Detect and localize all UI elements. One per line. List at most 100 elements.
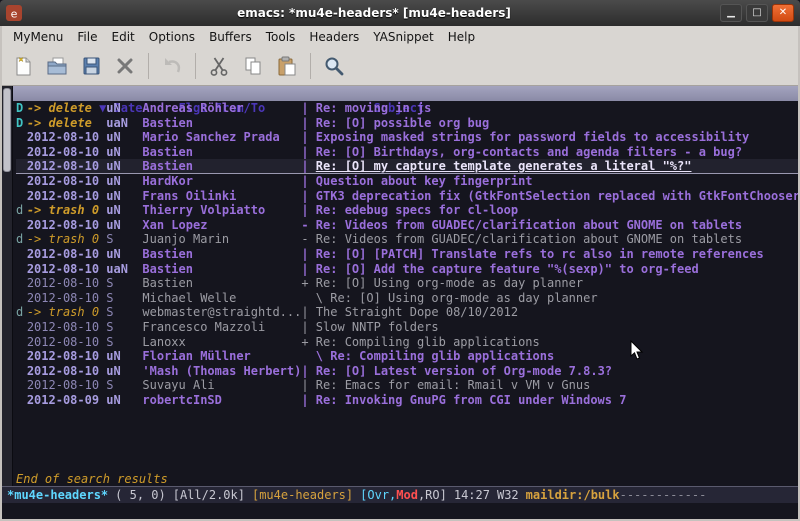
modeline-dashes: ------------ [620, 488, 707, 502]
date-cell: 2012-08-10 [27, 262, 106, 277]
date-cell: 2012-08-10 [27, 364, 106, 379]
flags-cell: uN [106, 101, 142, 116]
menu-item-help[interactable]: Help [441, 28, 482, 46]
flags-cell: S [106, 335, 142, 350]
menu-item-buffers[interactable]: Buffers [202, 28, 259, 46]
mark-cell [16, 276, 27, 291]
scrollbar[interactable] [2, 86, 13, 486]
flags-cell: uaN [106, 116, 142, 131]
message-row[interactable]: 2012-08-10uNXan Lopez- Re: Videos from G… [16, 218, 798, 233]
subject-cell: Re: moving in js [316, 101, 432, 115]
message-row[interactable]: d-> trash 0Swebmaster@straightd...| The … [16, 305, 798, 320]
buffer-area: ▼ DateFlgsFrom/ToSubject D-> deleteuNAnd… [2, 86, 798, 486]
modeline-size: [All/2.0k] [173, 488, 245, 502]
menu-item-headers[interactable]: Headers [302, 28, 366, 46]
thread-separator: | [301, 174, 315, 188]
menu-item-edit[interactable]: Edit [105, 28, 142, 46]
subject-cell: Re: [O] [PATCH] Translate refs to rc als… [316, 247, 764, 261]
menu-item-file[interactable]: File [70, 28, 104, 46]
date-cell: 2012-08-10 [27, 130, 106, 145]
from-cell: Xan Lopez [142, 218, 301, 233]
message-row[interactable]: 2012-08-10uNHardKor| Question about key … [16, 174, 798, 189]
message-row[interactable]: d-> trash 0uNThierry Volpiatto| Re: edeb… [16, 203, 798, 218]
message-row[interactable]: 2012-08-10SSuvayu Ali| Re: Emacs for ema… [16, 378, 798, 393]
thread-separator: - [301, 218, 315, 232]
flags-cell: S [106, 276, 142, 291]
from-cell: Thierry Volpiatto [142, 203, 301, 218]
menu-item-mymenu[interactable]: MyMenu [6, 28, 70, 46]
message-row[interactable]: 2012-08-10uNFrans Oilinki| GTK3 deprecat… [16, 189, 798, 204]
flags-cell: S [106, 378, 142, 393]
message-row[interactable]: 2012-08-10uNBastien| Re: [O] Birthdays, … [16, 145, 798, 160]
modeline-folder: maildir:/bulk [526, 488, 620, 502]
from-cell: Juanjo Marin [142, 232, 301, 247]
message-row[interactable]: 2012-08-10SBastien+ Re: [O] Using org-mo… [16, 276, 798, 291]
thread-separator: \ [301, 291, 330, 305]
maximize-button[interactable]: □ [746, 4, 768, 22]
from-cell: robertcInSD [142, 393, 301, 408]
scrollbar-thumb[interactable] [3, 88, 11, 172]
message-row[interactable]: D-> deleteuNAndreas Röhler| Re: moving i… [16, 101, 798, 116]
message-row[interactable]: 2012-08-10SMichael Welle \ Re: [O] Using… [16, 291, 798, 306]
subject-cell: Re: [O] Using org-mode as day planner [316, 276, 583, 290]
message-row[interactable]: 2012-08-10SLanoxx+ Re: Compiling glib ap… [16, 335, 798, 350]
mark-cell [16, 189, 27, 204]
menu-bar: MyMenuFileEditOptionsBuffersToolsHeaders… [2, 26, 798, 47]
message-row[interactable]: 2012-08-10uNMario Sanchez Prada| Exposin… [16, 130, 798, 145]
subject-cell: Re: [O] Add the capture feature "%(sexp)… [316, 262, 699, 276]
close-icon[interactable] [109, 51, 141, 81]
title-bar: e emacs: *mu4e-headers* [mu4e-headers] ▁… [0, 0, 800, 26]
subject-cell: Re: Videos from GUADEC/clarification abo… [316, 218, 742, 232]
new-file-icon[interactable] [7, 51, 39, 81]
subject-cell: Re: edebug specs for cl-loop [316, 203, 518, 217]
paste-icon[interactable] [271, 51, 303, 81]
menu-item-options[interactable]: Options [142, 28, 202, 46]
echo-area[interactable] [2, 503, 798, 519]
emacs-window-icon: e [6, 5, 22, 21]
cut-icon[interactable] [203, 51, 235, 81]
date-cell: 2012-08-09 [27, 393, 106, 408]
mark-cell: d [16, 232, 27, 247]
from-cell: Bastien [142, 276, 301, 291]
modeline-clock: 14:27 [454, 488, 490, 502]
toolbar-separator [310, 53, 311, 79]
message-row[interactable]: 2012-08-10SFrancesco Mazzoli| Slow NNTP … [16, 320, 798, 335]
message-row[interactable]: 2012-08-10uNBastien| Re: [O] [PATCH] Tra… [16, 247, 798, 262]
flags-cell: S [106, 320, 142, 335]
message-row[interactable]: D-> deleteuaNBastien| Re: [O] possible o… [16, 116, 798, 131]
minimize-button[interactable]: ▁ [720, 4, 742, 22]
from-cell: Francesco Mazzoli [142, 320, 301, 335]
menu-item-tools[interactable]: Tools [259, 28, 303, 46]
from-cell: Frans Oilinki [142, 189, 301, 204]
copy-icon[interactable] [237, 51, 269, 81]
from-cell: Bastien [142, 262, 301, 277]
message-row[interactable]: 2012-08-10uNFlorian Müllner \ Re: Compil… [16, 349, 798, 364]
subject-cell: Re: [O] Latest version of Org-mode 7.8.3… [316, 364, 612, 378]
close-button[interactable]: ✕ [772, 4, 794, 22]
from-cell: Bastien [142, 159, 301, 174]
flags-cell: uN [106, 174, 142, 189]
from-cell: Bastien [142, 247, 301, 262]
subject-cell: Re: [O] Using org-mode as day planner [330, 291, 597, 305]
thread-separator: | [301, 101, 315, 115]
open-file-icon[interactable] [41, 51, 73, 81]
thread-separator: | [301, 305, 315, 319]
date-cell: 2012-08-10 [27, 378, 106, 393]
message-row[interactable]: 2012-08-10uN'Mash (Thomas Herbert)| Re: … [16, 364, 798, 379]
subject-cell: Slow NNTP folders [316, 320, 439, 334]
subject-cell: Question about key fingerprint [316, 174, 533, 188]
message-row[interactable]: 2012-08-09uNrobertcInSD| Re: Invoking Gn… [16, 393, 798, 408]
message-row[interactable]: 2012-08-10uaNBastien| Re: [O] Add the ca… [16, 262, 798, 277]
message-row[interactable]: d-> trash 0SJuanjo Marin- Re: Videos fro… [16, 232, 798, 247]
subject-cell: Re: Compiling glib applications [330, 349, 554, 363]
menu-item-yasnippet[interactable]: YASnippet [366, 28, 441, 46]
message-row[interactable]: 2012-08-10uNBastien| Re: [O] my capture … [16, 159, 798, 174]
save-icon[interactable] [75, 51, 107, 81]
undo-icon[interactable] [156, 51, 188, 81]
thread-separator: | [301, 247, 315, 261]
thread-separator: | [301, 145, 315, 159]
subject-cell: Re: [O] possible org bug [316, 116, 489, 130]
thread-separator: + [301, 335, 315, 349]
flags-cell: uN [106, 203, 142, 218]
search-icon[interactable] [318, 51, 350, 81]
